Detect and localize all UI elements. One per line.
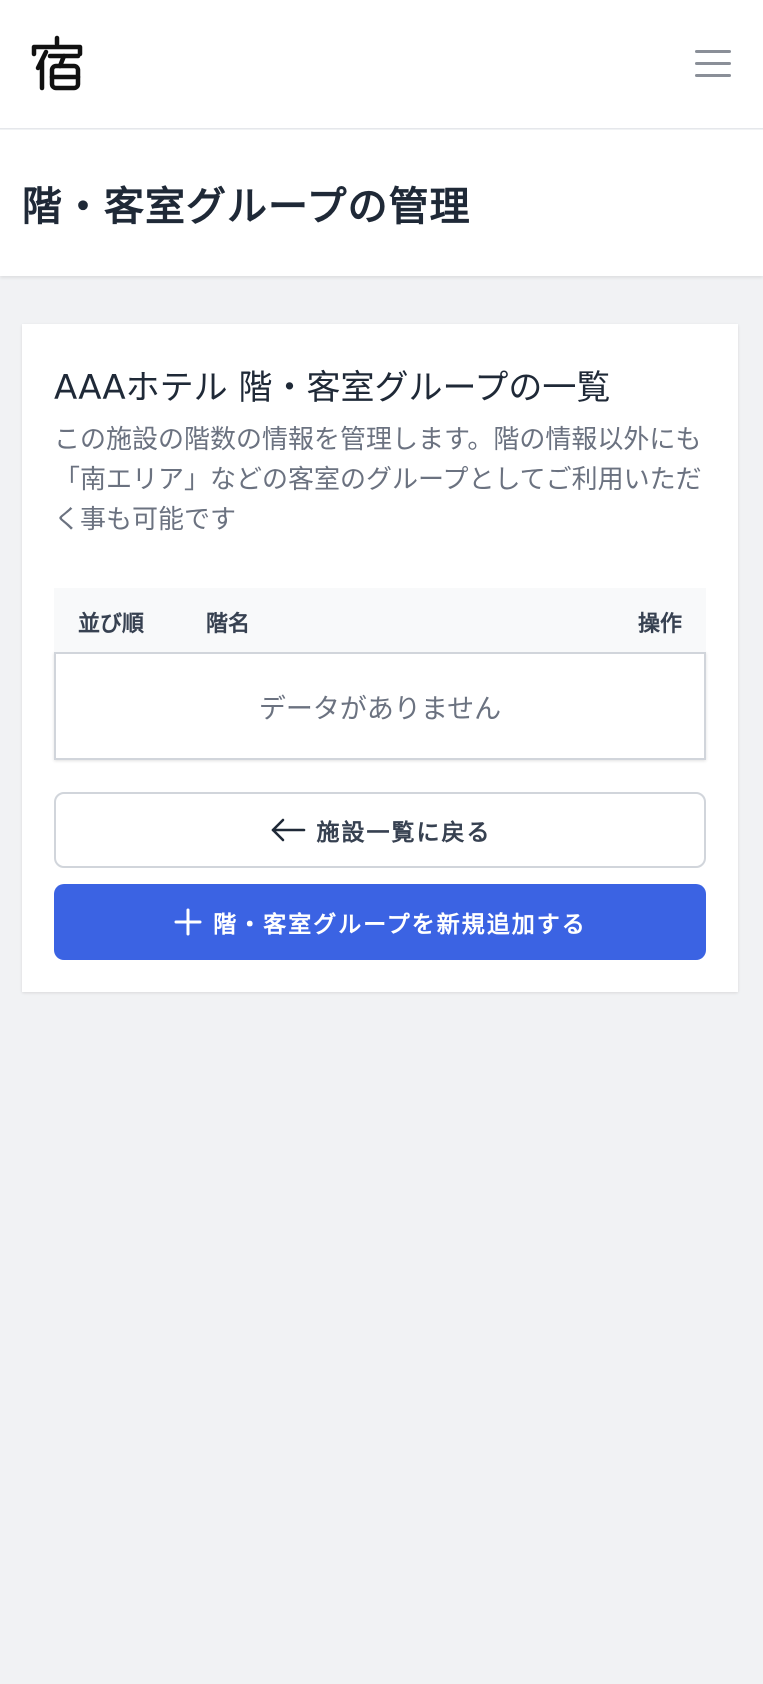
page-header: 階・客室グループの管理 (0, 130, 763, 276)
menu-line (695, 50, 731, 53)
card-description: この施設の階数の情報を管理します。階の情報以外にも「南エリア」などの客室のグルー… (54, 425, 702, 535)
card-title: AAAホテル 階・客室グループの一覧 (54, 368, 611, 408)
floor-group-table: 並び順 階名 操作 データがありません (54, 588, 706, 760)
column-header-sort-order: 並び順 (78, 612, 145, 637)
back-to-facility-list-button[interactable]: 施設一覧に戻る (54, 792, 706, 868)
back-button-label: 施設一覧に戻る (316, 819, 492, 845)
inn-kanji-logo-icon[interactable] (28, 34, 86, 92)
top-navbar (0, 0, 763, 129)
arrow-left-icon (269, 817, 307, 843)
menu-line (695, 62, 731, 65)
table-header: 並び順 階名 操作 (54, 588, 706, 652)
hamburger-menu-icon[interactable] (690, 42, 734, 86)
add-button-label: 階・客室グループを新規追加する (213, 911, 587, 937)
table-empty-state: データがありません (54, 652, 706, 760)
column-header-floor-name: 階名 (206, 612, 251, 637)
menu-line (695, 74, 731, 77)
floor-group-list-card: AAAホテル 階・客室グループの一覧 この施設の階数の情報を管理します。階の情報… (22, 324, 738, 992)
add-floor-group-button[interactable]: 階・客室グループを新規追加する (54, 884, 706, 960)
column-header-actions: 操作 (637, 612, 682, 637)
page-title: 階・客室グループの管理 (22, 184, 471, 230)
plus-icon (173, 907, 203, 937)
